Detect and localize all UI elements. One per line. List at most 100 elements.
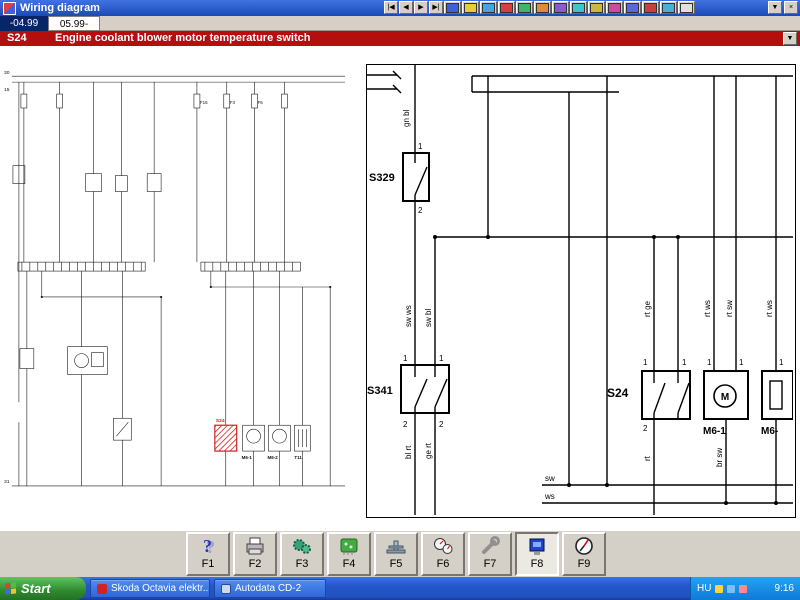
pin-label: 1 [779,358,784,367]
fuse [56,93,63,109]
f7-button[interactable]: F7 [468,532,512,576]
tab-date-range-1[interactable]: -04.99 [0,16,48,31]
f5-label: F5 [389,558,403,570]
f1-label: F1 [201,558,215,570]
banner-dropdown-button[interactable]: ▼ [783,32,797,45]
detail-wiring-diagram[interactable]: 1 gn bl 2 sw ws sw bl 1 1 2 2 bl rt ge r… [367,65,794,515]
overview-wiring-diagram[interactable]: 30 15 31 F16 F3 F6 S24 M6-1 M6-2 T11 [2,48,362,524]
toolbar-icon-11[interactable] [624,1,641,14]
nav-last-button[interactable]: ▶| [429,1,443,14]
pin-label: 2 [643,424,648,433]
f5-button[interactable]: F5 [374,532,418,576]
toolbar-icon-3[interactable] [480,1,497,14]
connector-strip [17,261,146,272]
f9-button[interactable]: F9 [562,532,606,576]
wire-label-gn-bl: gn bl [402,109,411,127]
gauges-icon [431,534,455,558]
wire-label-rt-sw: rt sw [725,300,734,317]
titlebar-dropdown-button[interactable]: ▼ [768,1,782,14]
junction-dot [486,235,490,239]
pin-label: 2 [418,206,423,215]
f3-label: F3 [295,558,309,570]
help-icon: ?? [196,534,220,558]
toolbar-icon-9[interactable] [588,1,605,14]
component-banner[interactable]: S24 Engine coolant blower motor temperat… [0,31,800,46]
skoda-app-icon [97,583,107,594]
f4-button[interactable]: F4 [327,532,371,576]
pin-label: 1 [739,358,744,367]
titlebar: Wiring diagram |◀ ◀ ▶ ▶| ▼ × [0,0,800,16]
tray-icon-3[interactable] [739,584,748,593]
titlebar-toolbar: |◀ ◀ ▶ ▶| [384,1,695,14]
f1-button[interactable]: ?? F1 [186,532,230,576]
pin-label: 1 [439,354,444,363]
toolbar-icon-7[interactable] [552,1,569,14]
ground-label-31: 31 [4,479,10,485]
bus-label-30: 30 [4,70,10,76]
component-box [91,352,104,367]
motor-letter: M [721,392,729,403]
pin-label: 1 [403,354,408,363]
nav-first-button[interactable]: |◀ [384,1,398,14]
taskbar-item-autodata[interactable]: Autodata CD-2 [214,579,326,598]
compass-icon [572,534,596,558]
pin-label: 1 [707,358,712,367]
taskbar-item-autodata-label: Autodata CD-2 [235,583,302,594]
fuse [281,93,288,109]
toolbar-icon-13[interactable] [660,1,677,14]
component-box [67,346,108,375]
junction-dot [567,483,571,487]
bus-label-15: 15 [4,87,10,93]
function-key-toolbar: ?? F1 F2 F3 F4 F5 F6 F7 F8 F9 [0,530,800,577]
component-box-s24[interactable] [641,370,691,420]
toolbar-icon-8[interactable] [570,1,587,14]
f8-button[interactable]: F8 [515,532,559,576]
resistor-symbol [769,380,783,410]
highlighted-component-s24[interactable] [214,424,238,452]
taskbar-item-skoda[interactable]: Skoda Octavia elektr... [90,579,210,598]
nav-prev-button[interactable]: ◀ [399,1,413,14]
tab-date-range-2[interactable]: 05.99- [48,16,100,31]
toolbar-icon-5[interactable] [516,1,533,14]
toolbar-icon-14[interactable] [678,1,695,14]
junction-dot [209,285,212,289]
close-button[interactable]: × [784,1,798,14]
wire-label-sw-ws: sw ws [404,305,413,327]
f6-button[interactable]: F6 [421,532,465,576]
f2-button[interactable]: F2 [233,532,277,576]
junction-dot [652,235,656,239]
component-label-s24: S24 [607,386,629,400]
component-box-s341[interactable] [400,364,450,414]
tray-icon-2[interactable] [727,584,736,593]
motor-symbol [272,428,287,444]
system-tray: HU 9:16 [690,577,800,600]
pin-label: 2 [439,420,444,429]
app-icon [3,1,16,15]
detail-panel[interactable]: 1 gn bl 2 sw ws sw bl 1 1 2 2 bl rt ge r… [366,64,796,518]
clock[interactable]: 9:16 [775,583,794,594]
toolbar-icon-12[interactable] [642,1,659,14]
pin-label: 1 [418,142,423,151]
junction-dot [160,295,163,299]
nav-next-button[interactable]: ▶ [414,1,428,14]
start-button[interactable]: Start [0,577,86,600]
fuse-label-f3: F3 [230,100,236,105]
toolbar-icon-4[interactable] [498,1,515,14]
toolbar-icon-2[interactable] [462,1,479,14]
tray-icon-1[interactable] [715,584,724,593]
windows-logo-icon [5,582,16,595]
toolbar-icon-10[interactable] [606,1,623,14]
junction-dot [433,235,437,239]
f3-button[interactable]: F3 [280,532,324,576]
f4-label: F4 [342,558,356,570]
component-box-m6-partial[interactable] [761,370,794,420]
fuse-label-f16: F16 [200,100,208,105]
relay-box [146,173,162,192]
toolbar-icon-6[interactable] [534,1,551,14]
wire-label-br-sw: br sw [715,448,724,467]
date-tab-row: -04.99 05.99- [0,16,800,31]
f8-label: F8 [530,558,544,570]
toolbar-icon-1[interactable] [444,1,461,14]
taskbar-item-skoda-label: Skoda Octavia elektr... [111,583,210,594]
language-indicator[interactable]: HU [697,583,711,594]
